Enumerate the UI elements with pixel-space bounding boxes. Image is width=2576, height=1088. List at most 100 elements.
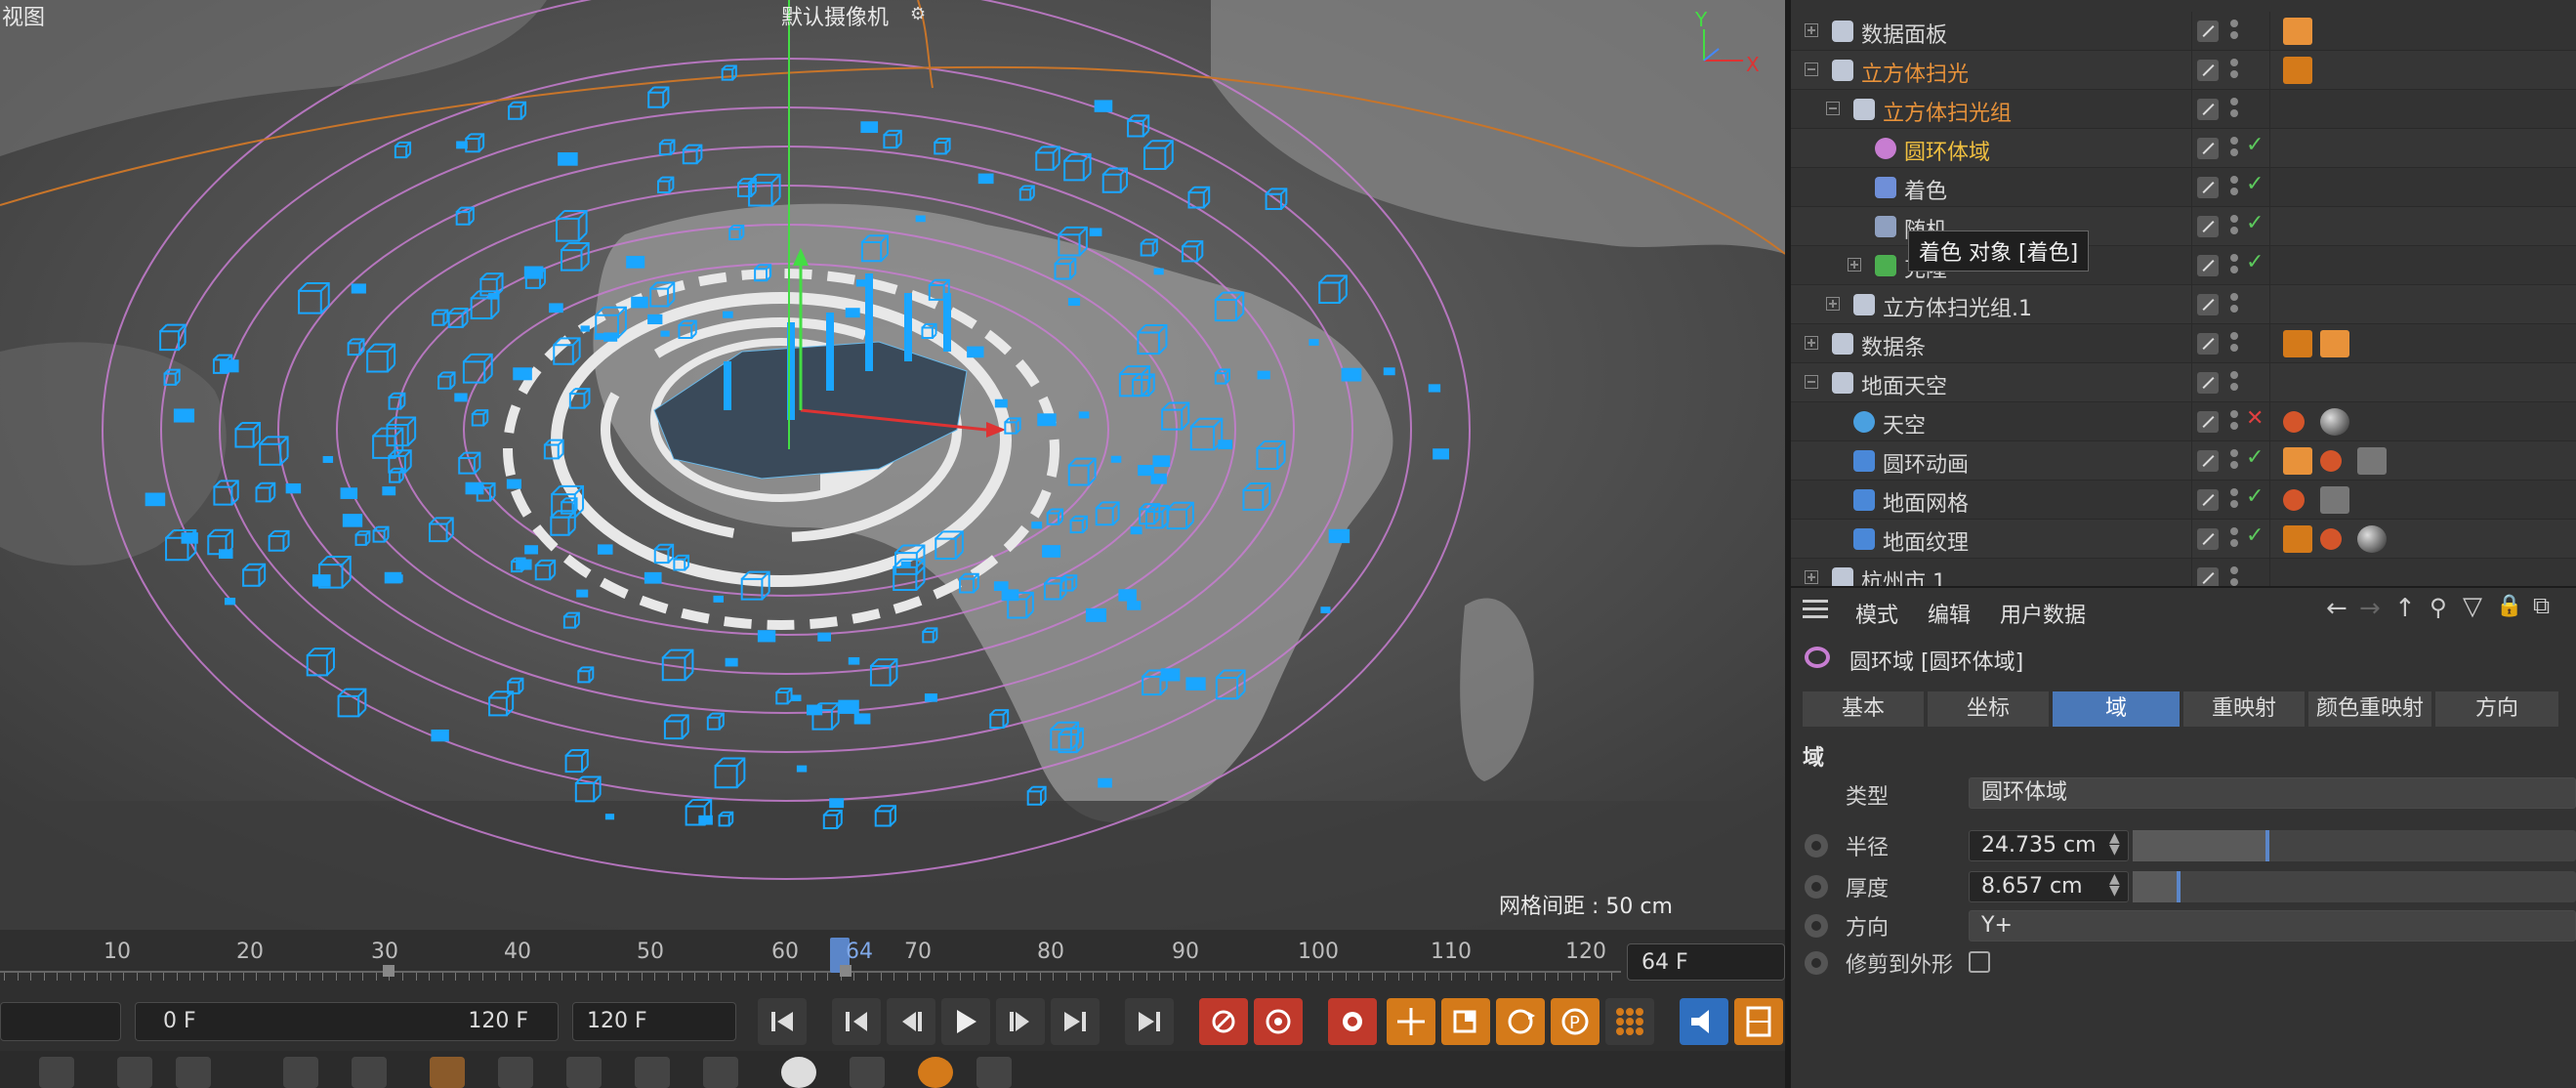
- sphere-tag-icon[interactable]: [2320, 408, 2349, 436]
- prev-key-button[interactable]: [832, 998, 881, 1045]
- object-row[interactable]: 数据条: [1791, 324, 2576, 363]
- film-icon[interactable]: [1734, 998, 1783, 1045]
- eye-tag-icon[interactable]: [2283, 447, 2312, 475]
- record-key-icon[interactable]: [1199, 998, 1248, 1045]
- tab-field[interactable]: 域: [2053, 691, 2180, 727]
- thickness-slider[interactable]: [2133, 871, 2576, 902]
- object-row[interactable]: 天空 ✕: [1791, 402, 2576, 441]
- enabled-check-icon[interactable]: ✓: [2246, 445, 2264, 470]
- param-key-icon[interactable]: P: [1551, 998, 1600, 1045]
- object-row[interactable]: 立方体扫光: [1791, 51, 2576, 90]
- direction-dropdown[interactable]: Y+: [1969, 910, 2576, 942]
- layer-edit-icon[interactable]: [2197, 21, 2219, 42]
- pen-tool-icon[interactable]: [117, 1057, 152, 1088]
- visibility-dots-icon[interactable]: [2230, 527, 2238, 551]
- object-name[interactable]: 地面天空: [1861, 369, 1947, 400]
- object-name[interactable]: 立方体扫光: [1861, 57, 1969, 88]
- clap-tag-icon[interactable]: [2283, 525, 2312, 553]
- new-panel-icon[interactable]: ⧉: [2533, 592, 2550, 619]
- object-name[interactable]: 数据面板: [1861, 18, 1947, 49]
- object-name[interactable]: 天空: [1883, 408, 1926, 439]
- object-name[interactable]: 圆环体域: [1904, 135, 1990, 166]
- cube-tool-icon[interactable]: [39, 1057, 74, 1088]
- direction-anim-dot[interactable]: [1805, 914, 1828, 938]
- expand-toggle-icon[interactable]: [1848, 258, 1861, 272]
- layer-edit-icon[interactable]: [2197, 489, 2219, 511]
- hamburger-icon[interactable]: [1803, 600, 1828, 619]
- light-icon[interactable]: [918, 1057, 953, 1088]
- next-frame-button[interactable]: [996, 998, 1045, 1045]
- visibility-dots-icon[interactable]: [2230, 371, 2238, 395]
- ball-tag-icon[interactable]: [2283, 489, 2305, 511]
- layer-edit-icon[interactable]: [2197, 567, 2219, 586]
- key-selection-icon[interactable]: [1328, 998, 1377, 1045]
- radius-field[interactable]: 24.735 cm: [1969, 830, 2129, 861]
- sound-icon[interactable]: [1680, 998, 1728, 1045]
- ball-tag-icon[interactable]: [2320, 528, 2342, 550]
- expand-toggle-icon[interactable]: [1805, 570, 1818, 584]
- layer-edit-icon[interactable]: [2197, 450, 2219, 472]
- plane-tool-icon[interactable]: [566, 1057, 602, 1088]
- play-button[interactable]: [941, 998, 990, 1045]
- radius-stepper-icon[interactable]: ▲ ▼: [2109, 831, 2120, 857]
- layer-edit-icon[interactable]: [2197, 60, 2219, 81]
- object-row[interactable]: 立方体扫光组.1: [1791, 285, 2576, 324]
- expand-toggle-icon[interactable]: [1805, 336, 1818, 350]
- enabled-check-icon[interactable]: ✓: [2246, 172, 2264, 196]
- move-key-icon[interactable]: [1387, 998, 1435, 1045]
- layer-edit-icon[interactable]: [2197, 333, 2219, 355]
- object-name[interactable]: 立方体扫光组: [1883, 96, 2012, 127]
- expand-toggle-icon[interactable]: [1826, 297, 1840, 311]
- timeline-ruler[interactable]: 10 20 30 40 50 60 70 80 90 100 110 120 64: [0, 930, 1785, 992]
- prev-frame-button[interactable]: [887, 998, 935, 1045]
- object-name[interactable]: 地面网格: [1883, 486, 1969, 518]
- thickness-stepper-icon[interactable]: ▲ ▼: [2109, 872, 2120, 898]
- menu-edit[interactable]: 编辑: [1928, 598, 1971, 629]
- layer-edit-icon[interactable]: [2197, 294, 2219, 315]
- visibility-dots-icon[interactable]: [2230, 449, 2238, 473]
- 3d-viewport[interactable]: 视图 默认摄像机 ⚙ Y X 网格间距 : 50 cm: [0, 0, 1785, 930]
- enabled-check-icon[interactable]: ✓: [2246, 523, 2264, 548]
- sphere-icon[interactable]: [781, 1057, 816, 1088]
- ball-tag-icon[interactable]: [2283, 411, 2305, 433]
- go-to-start-button[interactable]: [758, 998, 807, 1045]
- object-name[interactable]: 杭州市.1: [1861, 565, 1946, 586]
- visibility-dots-icon[interactable]: [2230, 215, 2238, 238]
- thickness-field[interactable]: 8.657 cm: [1969, 871, 2129, 902]
- eye-tag-icon[interactable]: [2283, 18, 2312, 45]
- up-arrow-icon[interactable]: ↑: [2394, 594, 2416, 623]
- visibility-dots-icon[interactable]: [2230, 410, 2238, 434]
- menu-mode[interactable]: 模式: [1855, 598, 1898, 629]
- visibility-dots-icon[interactable]: [2230, 293, 2238, 316]
- end-frame-field[interactable]: 120 F: [572, 1002, 736, 1041]
- radius-anim-dot[interactable]: [1805, 834, 1828, 858]
- current-frame-field[interactable]: 64 F: [1627, 943, 1785, 981]
- object-row[interactable]: 杭州市.1: [1791, 559, 2576, 586]
- tab-color-remap[interactable]: 颜色重映射: [2308, 691, 2431, 727]
- arrow-tool-icon[interactable]: [976, 1057, 1012, 1088]
- layer-edit-icon[interactable]: [2197, 528, 2219, 550]
- layer-edit-icon[interactable]: [2197, 255, 2219, 276]
- expand-toggle-icon[interactable]: [1805, 63, 1818, 76]
- recycle-icon[interactable]: [176, 1057, 211, 1088]
- object-row[interactable]: 立方体扫光组: [1791, 90, 2576, 129]
- tab-coord[interactable]: 坐标: [1928, 691, 2049, 727]
- layer-edit-icon[interactable]: [2197, 99, 2219, 120]
- back-arrow-icon[interactable]: ←: [2326, 594, 2347, 623]
- layer-edit-icon[interactable]: [2197, 177, 2219, 198]
- box-tool-icon[interactable]: [283, 1057, 318, 1088]
- tab-direction[interactable]: 方向: [2435, 691, 2558, 727]
- visibility-dots-icon[interactable]: [2230, 566, 2238, 586]
- visibility-dots-icon[interactable]: [2230, 20, 2238, 43]
- grid-tag-icon[interactable]: [2357, 447, 2387, 475]
- expand-toggle-icon[interactable]: [1826, 102, 1840, 115]
- go-to-end-button[interactable]: [1125, 998, 1174, 1045]
- scale-key-icon[interactable]: [1441, 998, 1490, 1045]
- enabled-check-icon[interactable]: ✓: [2246, 484, 2264, 509]
- graph-icon[interactable]: [850, 1057, 885, 1088]
- rotate-key-icon[interactable]: [1496, 998, 1545, 1045]
- eye-tag-icon[interactable]: [2320, 330, 2349, 357]
- disabled-cross-icon[interactable]: ✕: [2246, 406, 2264, 431]
- ball-tag-icon[interactable]: [2320, 450, 2342, 472]
- range-slider[interactable]: 0 F 120 F: [135, 1002, 559, 1041]
